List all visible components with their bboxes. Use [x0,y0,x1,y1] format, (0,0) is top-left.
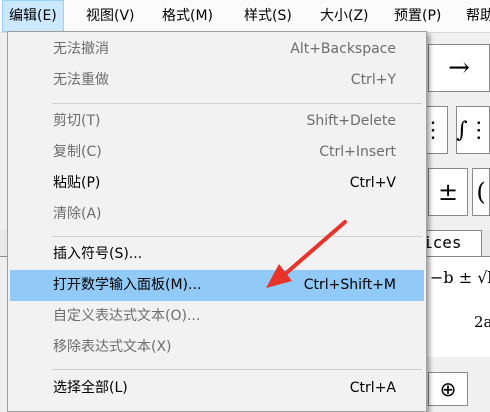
circled-plus-icon: ⊕ [439,377,457,401]
menu-item-label: 无法撤消 [53,41,109,57]
menu-view[interactable]: 视图(V) [80,0,141,32]
menu-item-cut[interactable]: 剪切(T) Shift+Delete [10,106,424,137]
integral-template-button[interactable]: ∫⋮ [456,106,490,154]
menu-item-shortcut: Ctrl+A [349,380,396,396]
menu-item-undo[interactable]: 无法撤消 Alt+Backspace [10,34,424,65]
menu-item-redo[interactable]: 无法重做 Ctrl+Y [10,65,424,96]
menu-bar: 编辑(E) 视图(V) 格式(M) 样式(S) 大小(Z) 预置(P) 帮助 [0,0,490,33]
menu-separator [52,103,422,104]
menu-item-paste[interactable]: 粘贴(P) Ctrl+V [10,168,424,199]
menu-format[interactable]: 格式(M) [156,0,219,32]
edit-menu-dropdown: 无法撤消 Alt+Backspace 无法重做 Ctrl+Y 剪切(T) Shi… [7,31,427,412]
menu-item-label: 剪切(T) [53,113,101,129]
menu-edit[interactable]: 编辑(E) [2,0,64,32]
menu-item-open-math-input-panel[interactable]: 打开数学输入面板(M)... Ctrl+Shift+M [10,270,424,301]
menu-size[interactable]: 大小(Z) [314,0,375,32]
menu-item-remove-expression-text[interactable]: 移除表达式文本(X) [10,332,424,363]
menu-item-insert-symbol[interactable]: 插入符号(S)... [10,239,424,270]
arrow-symbol-button[interactable]: → [428,44,490,92]
menu-item-label: 复制(C) [53,144,102,160]
circled-plus-button[interactable]: ⊕ [428,372,468,406]
menu-item-custom-expression-text[interactable]: 自定义表达式文本(O)... [10,301,424,332]
menu-item-shortcut: Ctrl+Insert [319,144,396,160]
menu-item-label: 移除表达式文本(X) [53,339,172,355]
menu-item-shortcut: Shift+Delete [306,113,396,129]
menu-preferences[interactable]: 预置(P) [388,0,447,32]
menu-separator [52,369,422,370]
menu-item-label: 自定义表达式文本(O)... [53,308,201,324]
menu-item-label: 粘贴(P) [53,175,101,191]
tab-matrices[interactable]: ices [420,230,482,256]
formula-denominator: 2a [474,313,490,331]
menu-style[interactable]: 样式(S) [238,0,298,32]
paren-icon: ( [476,178,486,206]
arrow-right-icon: → [448,53,470,83]
menu-help[interactable]: 帮助 [460,0,490,32]
integral-icon: ∫⋮ [456,117,490,143]
menu-item-shortcut: Alt+Backspace [290,41,396,57]
plus-minus-icon: ± [437,178,459,206]
menu-item-label: 插入符号(S)... [53,246,143,262]
menu-item-copy[interactable]: 复制(C) Ctrl+Insert [10,137,424,168]
menu-item-shortcut: Ctrl+Y [350,72,396,88]
menu-item-shortcut: Ctrl+V [349,175,396,191]
menu-item-select-all[interactable]: 选择全部(L) Ctrl+A [10,373,424,404]
quadratic-formula-template[interactable]: −b ± √b [430,268,490,287]
menu-separator [52,236,422,237]
menu-item-label: 清除(A) [53,206,102,222]
menu-item-label: 无法重做 [53,72,109,88]
plus-minus-button[interactable]: ± [428,168,468,216]
menu-item-shortcut: Ctrl+Shift+M [303,277,396,293]
menu-item-clear[interactable]: 清除(A) [10,199,424,230]
menu-item-label: 选择全部(L) [53,380,128,396]
menu-item-label: 打开数学输入面板(M)... [53,277,202,293]
paren-template-button[interactable]: ( [472,168,490,216]
